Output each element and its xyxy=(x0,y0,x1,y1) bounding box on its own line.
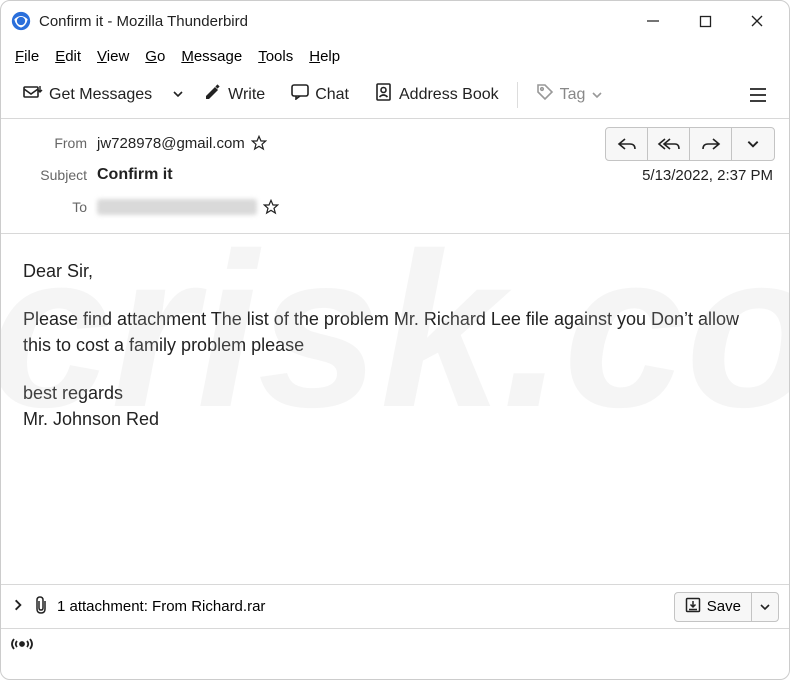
titlebar: Confirm it - Mozilla Thunderbird xyxy=(1,1,789,41)
chat-button[interactable]: Chat xyxy=(281,78,359,111)
menu-message[interactable]: Message xyxy=(181,48,242,65)
address-book-label: Address Book xyxy=(399,86,499,104)
message-body[interactable]: Dear Sir, Please find attachment The lis… xyxy=(1,234,789,584)
subject-label: Subject xyxy=(17,167,87,183)
close-button[interactable] xyxy=(731,4,783,38)
save-attachment-button[interactable]: Save xyxy=(675,593,752,621)
get-messages-label: Get Messages xyxy=(49,86,152,104)
hamburger-icon xyxy=(749,87,767,103)
menu-go[interactable]: Go xyxy=(145,48,165,65)
chat-icon xyxy=(291,84,309,105)
get-messages-button[interactable]: Get Messages xyxy=(13,77,162,112)
star-icon xyxy=(251,135,267,151)
message-date: 5/13/2022, 2:37 PM xyxy=(642,167,773,184)
chat-label: Chat xyxy=(315,86,349,104)
body-greeting: Dear Sir, xyxy=(23,258,767,284)
reply-button[interactable] xyxy=(606,128,648,160)
statusbar xyxy=(1,628,789,662)
forward-button[interactable] xyxy=(690,128,732,160)
write-label: Write xyxy=(228,86,265,104)
more-actions-button[interactable] xyxy=(732,128,774,160)
chevron-right-icon xyxy=(11,598,25,612)
body-paragraph: Please find attachment The list of the p… xyxy=(23,306,767,358)
window-controls xyxy=(627,4,783,38)
body-signoff: best regards Mr. Johnson Red xyxy=(23,380,767,432)
toolbar-separator xyxy=(517,82,518,108)
tag-label: Tag xyxy=(560,86,586,104)
download-icon xyxy=(23,83,43,106)
star-to-button[interactable] xyxy=(263,199,279,215)
star-from-button[interactable] xyxy=(251,135,267,151)
tag-button[interactable]: Tag xyxy=(526,77,614,112)
tag-icon xyxy=(536,83,554,106)
app-menu-button[interactable] xyxy=(739,81,777,109)
paperclip-icon xyxy=(33,596,49,618)
address-book-button[interactable]: Address Book xyxy=(365,77,509,112)
minimize-button[interactable] xyxy=(627,4,679,38)
from-value[interactable]: jw728978@gmail.com xyxy=(97,135,245,152)
save-icon xyxy=(685,597,701,617)
reply-button-group xyxy=(605,127,775,161)
thunderbird-window: pcrisk.com Confirm it - Mozilla Thunderb… xyxy=(0,0,790,680)
signature-text: Mr. Johnson Red xyxy=(23,409,159,429)
menu-view[interactable]: View xyxy=(97,48,129,65)
to-row: To xyxy=(17,191,773,223)
menu-edit[interactable]: Edit xyxy=(55,48,81,65)
thunderbird-icon xyxy=(11,11,31,31)
menu-tools[interactable]: Tools xyxy=(258,48,293,65)
attachment-bar: 1 attachment: From Richard.rar Save xyxy=(1,584,789,628)
star-icon xyxy=(263,199,279,215)
subject-value: Confirm it xyxy=(97,166,173,184)
expand-attachment-button[interactable] xyxy=(11,598,25,616)
save-label: Save xyxy=(707,598,741,615)
from-label: From xyxy=(17,135,87,151)
write-button[interactable]: Write xyxy=(194,77,275,112)
attachment-summary[interactable]: 1 attachment: From Richard.rar xyxy=(57,598,265,615)
reply-all-button[interactable] xyxy=(648,128,690,160)
chevron-down-icon xyxy=(591,89,603,101)
window-title: Confirm it - Mozilla Thunderbird xyxy=(39,13,248,30)
to-value-redacted[interactable] xyxy=(97,199,257,215)
save-attachment-group: Save xyxy=(674,592,779,622)
connection-status-icon[interactable] xyxy=(11,635,33,656)
maximize-button[interactable] xyxy=(679,4,731,38)
save-dropdown-button[interactable] xyxy=(752,593,778,621)
to-label: To xyxy=(17,199,87,215)
pencil-icon xyxy=(204,83,222,106)
toolbar: Get Messages Write Chat Address Book xyxy=(1,71,789,119)
message-headers: From jw728978@gmail.com Subject Confirm … xyxy=(1,119,789,234)
menubar: File Edit View Go Message Tools Help xyxy=(1,41,789,71)
menu-help[interactable]: Help xyxy=(309,48,340,65)
get-messages-dropdown[interactable] xyxy=(168,81,188,109)
subject-row: Subject Confirm it 5/13/2022, 2:37 PM xyxy=(17,159,773,191)
signoff-text: best regards xyxy=(23,383,123,403)
chevron-down-icon xyxy=(759,601,771,613)
address-book-icon xyxy=(375,83,393,106)
menu-file[interactable]: File xyxy=(15,48,39,65)
